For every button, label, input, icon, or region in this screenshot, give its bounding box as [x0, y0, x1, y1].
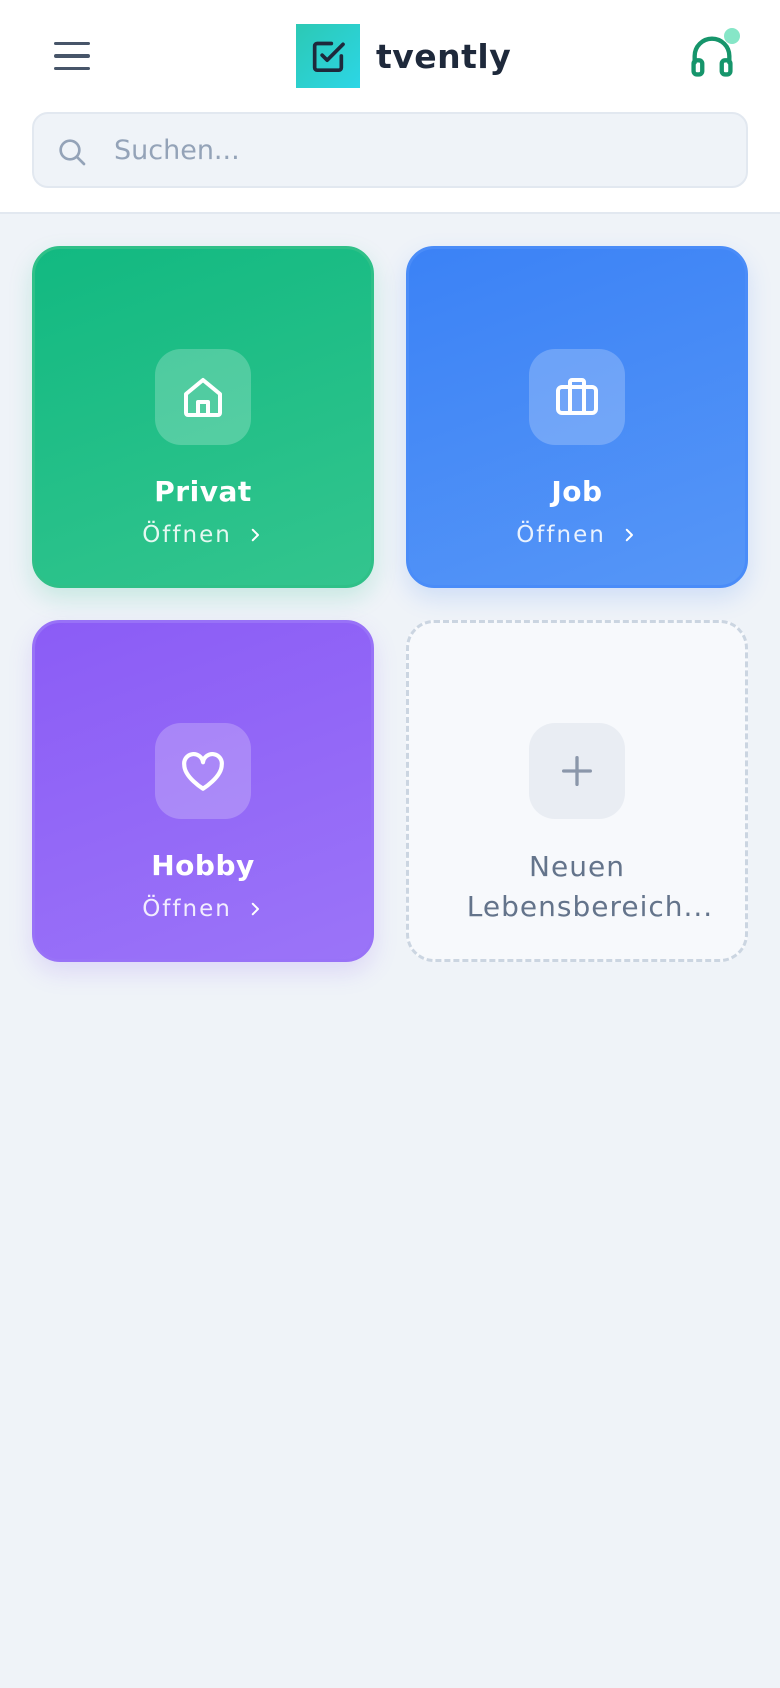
hamburger-icon-bar [54, 54, 90, 58]
hamburger-menu-button[interactable] [48, 32, 96, 80]
area-title: Hobby [151, 849, 255, 882]
open-label: Öffnen [142, 896, 232, 922]
briefcase-icon [556, 378, 598, 415]
chevron-right-icon [251, 528, 259, 542]
area-icon-tile [155, 349, 251, 445]
brand[interactable]: tvently [296, 24, 511, 88]
open-link[interactable]: Öffnen [142, 896, 264, 922]
add-area-label-line2: Lebensbereich... [466, 890, 714, 923]
add-icon-tile [529, 723, 625, 819]
open-label: Öffnen [516, 522, 606, 548]
checkbox-check-icon [296, 24, 360, 88]
add-area-label-line1: Neuen [529, 850, 625, 883]
search-bar[interactable] [32, 112, 748, 188]
search-icon [59, 139, 86, 166]
open-link[interactable]: Öffnen [142, 522, 264, 548]
add-area-button[interactable]: Neuen Lebensbereich... [406, 620, 748, 962]
area-card-job[interactable]: Job Öffnen [406, 246, 748, 588]
chevron-right-icon [251, 902, 259, 916]
area-title: Privat [154, 475, 252, 508]
area-card-hobby[interactable]: Hobby Öffnen [32, 620, 374, 962]
heart-icon [182, 752, 224, 791]
area-title: Job [551, 475, 603, 508]
area-card-privat[interactable]: Privat Öffnen [32, 246, 374, 588]
home-icon [184, 378, 222, 417]
area-icon-tile [155, 723, 251, 819]
brand-name: tvently [376, 36, 512, 76]
chevron-right-icon [625, 528, 633, 542]
support-status-dot [724, 28, 740, 44]
open-link[interactable]: Öffnen [516, 522, 638, 548]
open-label: Öffnen [142, 522, 232, 548]
hamburger-icon-bar [54, 66, 90, 71]
app-header: tvently [0, 0, 780, 214]
add-area-label: Neuen Lebensbereich... [441, 847, 713, 927]
area-icon-tile [529, 349, 625, 445]
search-input[interactable] [114, 124, 724, 176]
hamburger-icon-bar [54, 41, 90, 46]
plus-icon [562, 756, 592, 786]
